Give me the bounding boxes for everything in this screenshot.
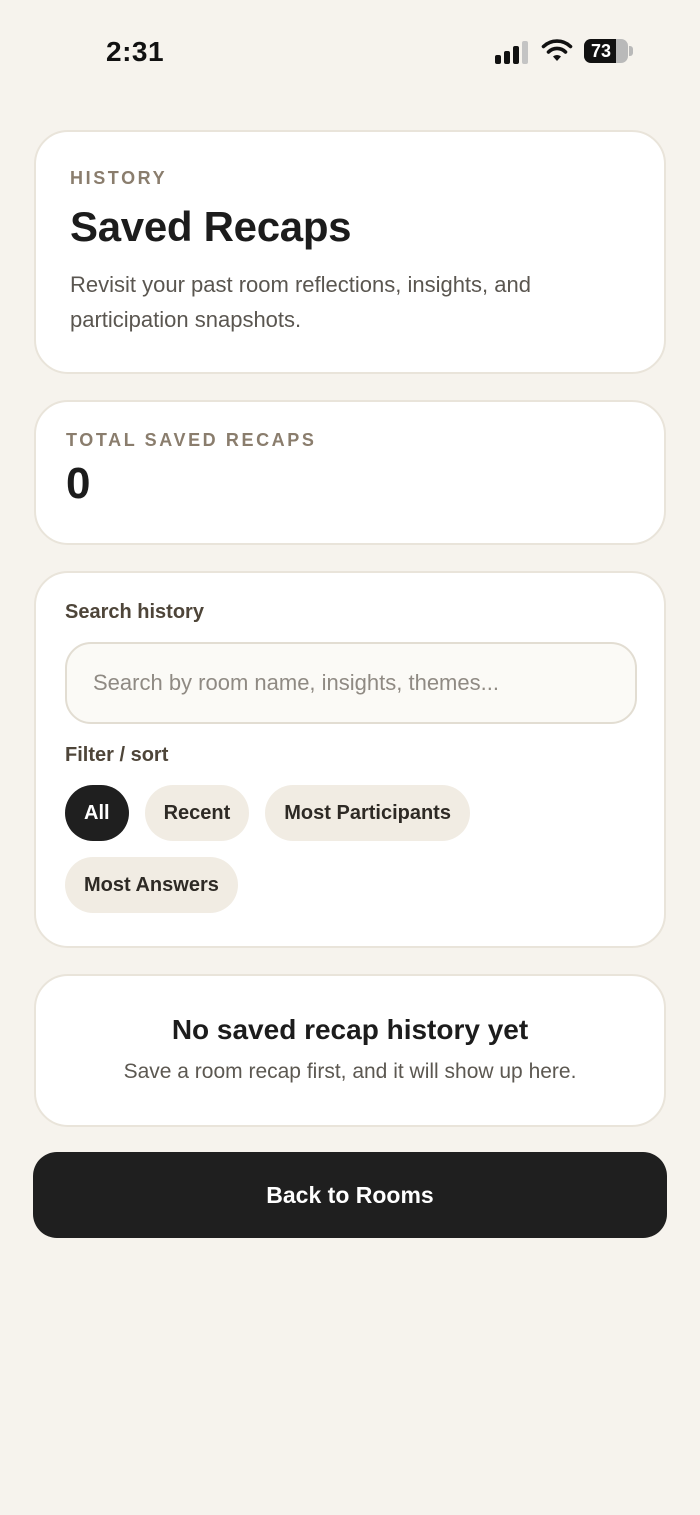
filter-chip-recent[interactable]: Recent: [144, 785, 250, 841]
stat-value: 0: [66, 459, 91, 508]
header-card: HISTORY Saved Recaps Revisit your past r…: [34, 130, 666, 374]
search-filter-card: Search history Filter / sort All Recent …: [34, 571, 666, 948]
back-to-rooms-button[interactable]: Back to Rooms: [33, 1152, 667, 1238]
filter-chip-most-answers[interactable]: Most Answers: [65, 857, 238, 913]
status-time: 2:31: [106, 36, 165, 67]
total-recaps-card: TOTAL SAVED RECAPS 0: [34, 400, 666, 545]
empty-state-card: No saved recap history yet Save a room r…: [34, 974, 666, 1127]
stat-label: TOTAL SAVED RECAPS: [66, 430, 317, 450]
filter-chip-all[interactable]: All: [65, 785, 129, 841]
empty-state-title: No saved recap history yet: [171, 1014, 529, 1045]
section-eyebrow: HISTORY: [70, 168, 168, 188]
battery-tip: [629, 46, 633, 56]
filter-chip-group: All Recent Most Participants Most Answer…: [65, 785, 637, 913]
empty-state-message: Save a room recap first, and it will sho…: [123, 1060, 577, 1083]
page-title: Saved Recaps: [70, 203, 352, 250]
battery-icon: 73: [584, 39, 628, 63]
signal-bars-icon: [495, 40, 531, 64]
page-description: Revisit your past room reflections, insi…: [70, 272, 531, 332]
saved-recaps-screen: 2:31 73 HISTORY Saved Recaps Revisit you…: [0, 0, 700, 1515]
search-input[interactable]: [65, 642, 637, 724]
status-bar: 2:31 73: [0, 0, 700, 100]
battery-percent: 73: [590, 41, 612, 61]
filter-chip-most-participants[interactable]: Most Participants: [265, 785, 470, 841]
search-label: Search history: [65, 601, 204, 623]
wifi-icon: [541, 39, 573, 61]
filter-label: Filter / sort: [65, 744, 169, 766]
